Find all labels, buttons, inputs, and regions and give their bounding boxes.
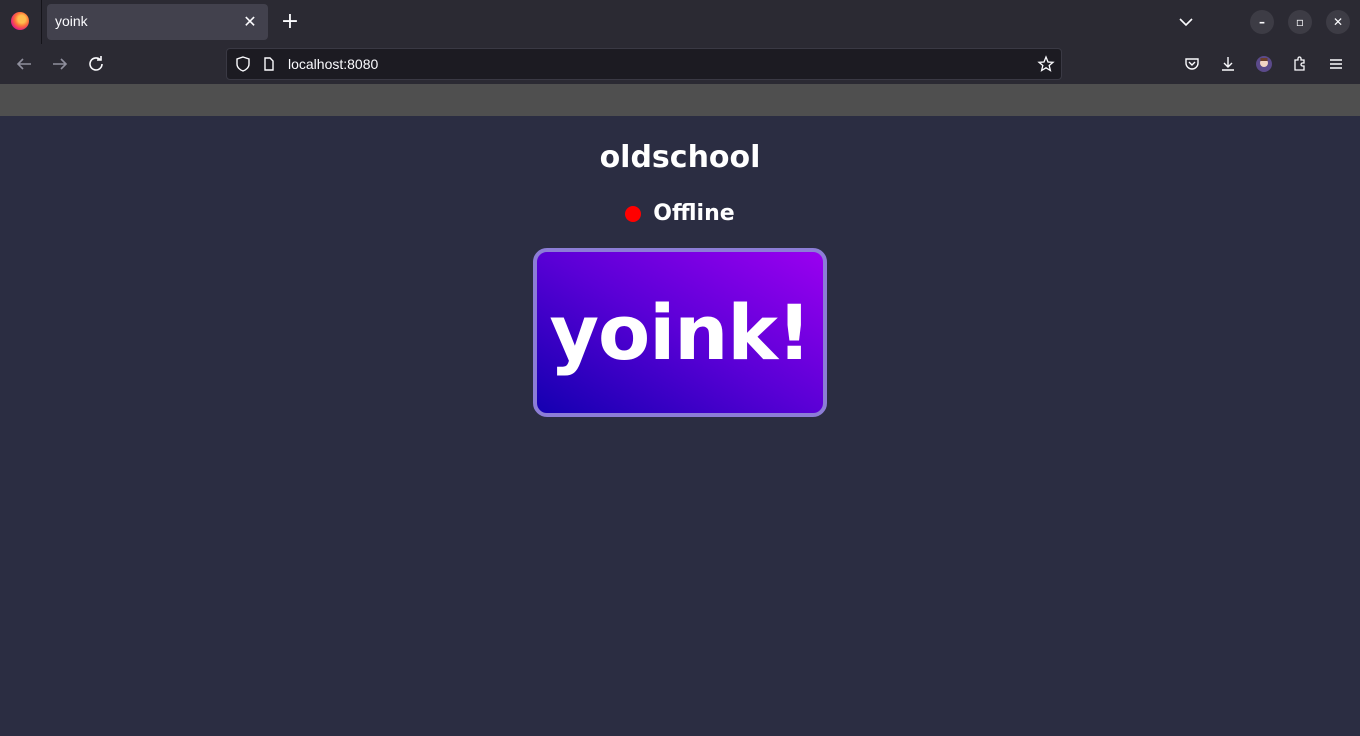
bookmarks-toolbar (0, 84, 1360, 116)
tab-close-icon[interactable]: ✕ (240, 12, 260, 32)
menu-icon[interactable] (1324, 52, 1348, 76)
tab-active[interactable]: yoink ✕ (47, 4, 268, 40)
chevron-down-icon[interactable] (1174, 10, 1198, 34)
url-bar[interactable]: localhost:8080 (226, 48, 1062, 80)
tab-separator (41, 0, 42, 44)
page-title: oldschool (599, 140, 761, 175)
new-tab-button[interactable]: + (278, 10, 302, 34)
maximize-button[interactable]: ▫ (1288, 10, 1312, 34)
yoink-button-label: yoink! (549, 288, 811, 377)
pocket-icon[interactable] (1180, 52, 1204, 76)
tab-strip: yoink ✕ + – ▫ ✕ (0, 0, 1360, 44)
reload-icon[interactable] (84, 52, 108, 76)
close-window-button[interactable]: ✕ (1326, 10, 1350, 34)
firefox-logo[interactable] (11, 12, 29, 30)
star-icon[interactable] (1034, 52, 1058, 76)
page-content: oldschool Offline yoink! (0, 116, 1360, 736)
navigation-toolbar: localhost:8080 (0, 44, 1360, 84)
status-text: Offline (653, 201, 735, 226)
status-dot-icon (625, 205, 642, 222)
download-icon[interactable] (1216, 52, 1240, 76)
status-indicator: Offline (0, 201, 1360, 231)
tab-title: yoink (55, 13, 88, 29)
yoink-button[interactable]: yoink! (533, 248, 827, 417)
minimize-button[interactable]: – (1250, 10, 1274, 34)
back-arrow-icon[interactable] (12, 52, 36, 76)
url-text[interactable]: localhost:8080 (288, 56, 378, 72)
shield-icon[interactable] (231, 52, 255, 76)
page-icon (257, 52, 281, 76)
extensions-icon[interactable] (1288, 52, 1312, 76)
avatar[interactable] (1252, 52, 1276, 76)
forward-arrow-icon[interactable] (48, 52, 72, 76)
